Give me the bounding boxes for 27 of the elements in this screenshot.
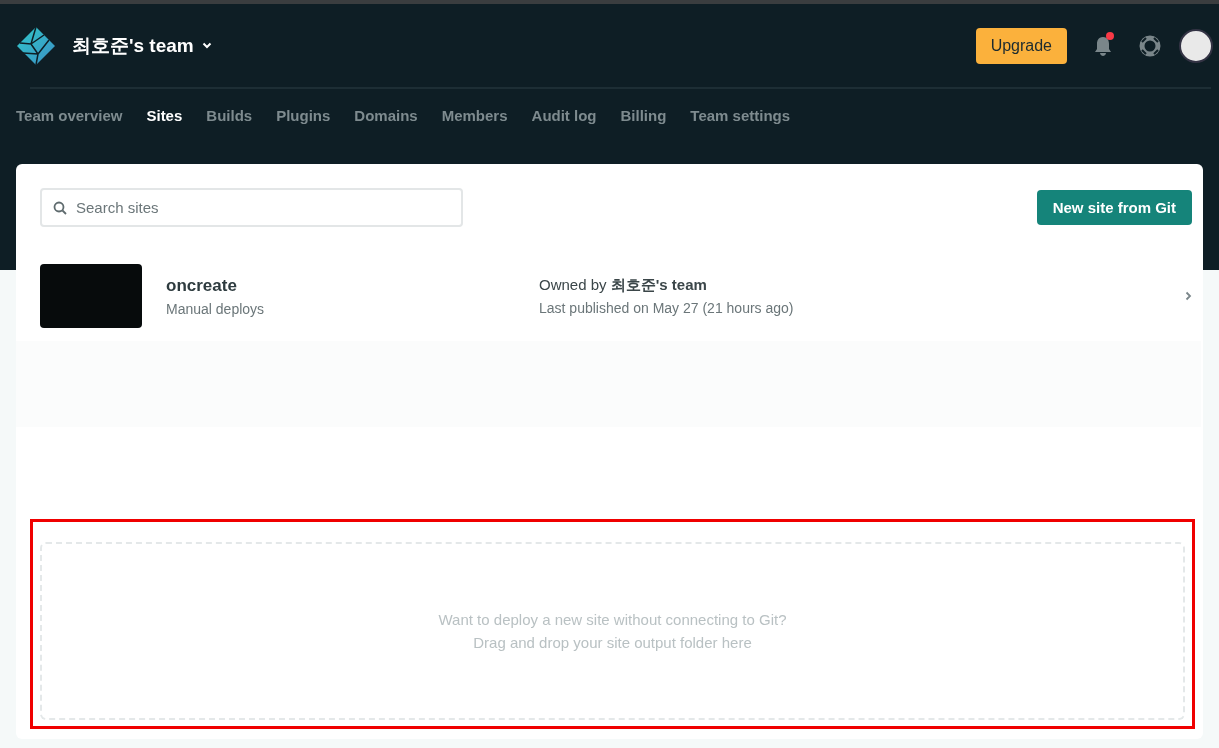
chevron-right-icon[interactable] bbox=[1185, 291, 1192, 301]
nav-tab[interactable]: Team settings bbox=[690, 107, 791, 124]
team-switcher[interactable]: 최호준's team bbox=[72, 32, 212, 59]
nav-tab[interactable]: Billing bbox=[620, 107, 667, 124]
nav-tab[interactable]: Team overview bbox=[16, 107, 123, 124]
nav-tab[interactable]: Plugins bbox=[276, 107, 331, 124]
avatar[interactable] bbox=[1179, 28, 1213, 63]
nav-tab[interactable]: Sites bbox=[146, 107, 183, 124]
logo-icon[interactable] bbox=[16, 25, 56, 66]
chevron-down-icon bbox=[201, 42, 212, 49]
site-name[interactable]: oncreate bbox=[166, 275, 539, 296]
search-field[interactable]: Search sites bbox=[40, 188, 463, 227]
owner-text: Owned by 최호준's team bbox=[539, 276, 708, 295]
dropzone-text: Want to deploy a new site without connecting to Git? bbox=[438, 611, 787, 628]
new-site-button[interactable]: New site from Git bbox=[1036, 190, 1192, 225]
search-icon bbox=[53, 201, 67, 215]
site-thumbnail[interactable] bbox=[40, 264, 142, 328]
upgrade-button[interactable]: Upgrade bbox=[975, 27, 1067, 64]
nav-tab[interactable]: Builds bbox=[206, 107, 253, 124]
lifebuoy-icon[interactable] bbox=[1139, 34, 1161, 57]
nav-tab[interactable]: Members bbox=[441, 107, 508, 124]
nav-tab[interactable]: Domains bbox=[354, 107, 418, 124]
dropzone-text: Drag and drop your site output folder here bbox=[473, 634, 752, 651]
last-published: Last published on May 27 (21 hours ago) bbox=[539, 300, 795, 316]
deploy-type: Manual deploys bbox=[166, 300, 266, 317]
nav-tab[interactable]: Audit log bbox=[531, 107, 597, 124]
bell-icon[interactable] bbox=[1093, 34, 1113, 57]
